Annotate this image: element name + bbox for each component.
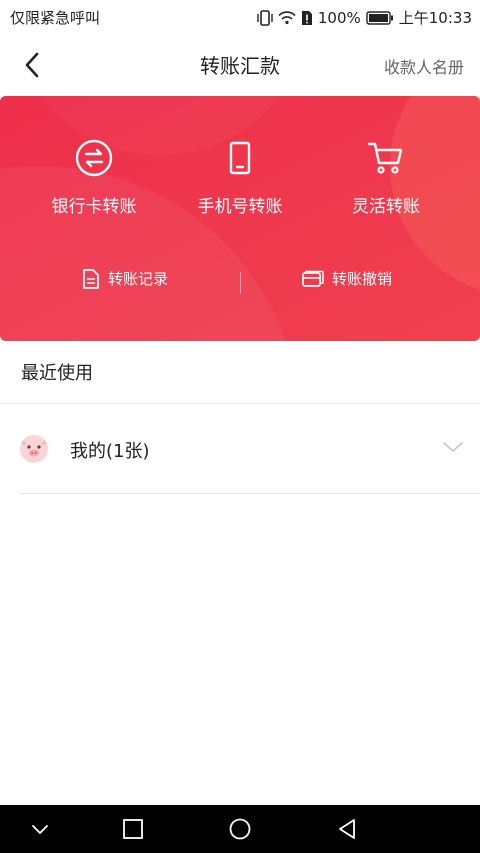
- bank-card-transfer-label: 银行卡转账: [51, 197, 137, 217]
- payee-list-link[interactable]: 收款人名册: [384, 54, 464, 78]
- wifi-icon: [278, 10, 296, 24]
- row-divider: [20, 493, 480, 494]
- carrier-text: 仅限紧急呼叫: [10, 9, 101, 27]
- flexible-transfer-button[interactable]: 灵活转账: [306, 138, 466, 217]
- transfer-records-label: 转账记录: [108, 270, 169, 288]
- cart-icon: [367, 142, 403, 174]
- battery-icon: [366, 10, 393, 25]
- transfer-cancel-link[interactable]: 转账撤销: [302, 268, 392, 289]
- recent-apps-icon[interactable]: [121, 817, 145, 841]
- vibrate-icon: [257, 9, 273, 26]
- transfer-card: 银行卡转账 手机号转账 灵活转账 转账记录 转账撤销: [0, 96, 480, 341]
- my-cards-label: 我的(1张): [70, 441, 150, 462]
- phone-transfer-button[interactable]: 手机号转账: [160, 138, 320, 217]
- card-icon: [302, 270, 324, 287]
- status-icons: 100% 上午10:33: [257, 7, 472, 28]
- back-icon[interactable]: [335, 817, 359, 841]
- status-bar: 仅限紧急呼叫 100% 上午10:33: [0, 0, 480, 34]
- app-header: 转账汇款 收款人名册: [0, 34, 480, 96]
- chevron-down-icon[interactable]: [442, 440, 464, 454]
- transfer-records-link[interactable]: 转账记录: [82, 268, 168, 289]
- phone-icon: [229, 141, 251, 175]
- hide-keyboard-icon[interactable]: [28, 817, 52, 841]
- clock: 上午10:33: [398, 9, 472, 27]
- flexible-transfer-label: 灵活转账: [352, 197, 420, 217]
- recent-section-title: 最近使用: [21, 363, 93, 384]
- system-nav-bar: [0, 805, 480, 853]
- transfer-arrows-icon: [75, 139, 113, 177]
- sim-alert-icon: [301, 10, 312, 25]
- transfer-cancel-label: 转账撤销: [332, 270, 393, 288]
- battery-percent: 100%: [317, 8, 361, 27]
- my-cards-group[interactable]: 我的(1张): [0, 404, 480, 493]
- links-divider: [240, 272, 241, 294]
- document-icon: [83, 268, 99, 289]
- pig-avatar-icon: [20, 435, 48, 463]
- bank-card-transfer-button[interactable]: 银行卡转账: [14, 138, 174, 217]
- phone-transfer-label: 手机号转账: [197, 197, 283, 217]
- home-icon[interactable]: [228, 817, 252, 841]
- card-background-decoration: [0, 96, 480, 341]
